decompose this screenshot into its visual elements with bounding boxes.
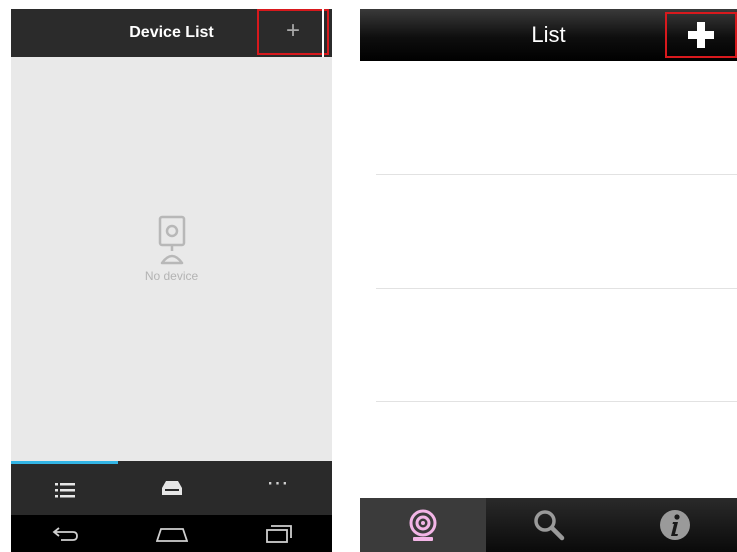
tab-devices[interactable]	[11, 461, 118, 515]
list-item-divider	[376, 401, 737, 402]
device-list-header: Device List +	[11, 9, 332, 57]
empty-state-text: No device	[144, 269, 199, 283]
search-icon	[534, 510, 565, 541]
list-item-divider	[376, 288, 737, 289]
info-icon	[659, 510, 690, 540]
tab-storage[interactable]	[118, 461, 225, 515]
tray-icon	[161, 481, 182, 495]
device-list-screen: Device List + No device ⋯	[11, 9, 332, 552]
home-button[interactable]	[118, 515, 225, 552]
empty-state: No device	[11, 215, 332, 283]
more-dots-icon: ⋯	[266, 470, 291, 495]
back-icon	[52, 526, 78, 541]
tab-info[interactable]	[612, 498, 737, 552]
add-device-button[interactable]: +	[257, 9, 329, 55]
camera-list-screen: List	[360, 9, 737, 552]
bottom-tab-bar	[360, 498, 737, 552]
bottom-tab-bar: ⋯	[11, 461, 332, 515]
list-item-divider	[376, 174, 737, 175]
camera-placeholder-icon	[158, 215, 185, 265]
system-nav-bar	[11, 515, 332, 552]
list-icon	[54, 482, 75, 497]
back-button[interactable]	[11, 515, 118, 552]
camera-list-header: List	[360, 9, 737, 61]
tab-search[interactable]	[486, 498, 612, 552]
home-icon	[155, 527, 188, 542]
webcam-icon	[409, 509, 437, 541]
tab-more[interactable]: ⋯	[225, 461, 332, 515]
plus-icon	[688, 22, 714, 48]
add-camera-button[interactable]	[665, 12, 737, 58]
recent-apps-button[interactable]	[225, 515, 332, 552]
header-divider	[322, 9, 324, 57]
tab-cameras[interactable]	[360, 498, 486, 552]
recent-apps-icon	[265, 524, 292, 543]
